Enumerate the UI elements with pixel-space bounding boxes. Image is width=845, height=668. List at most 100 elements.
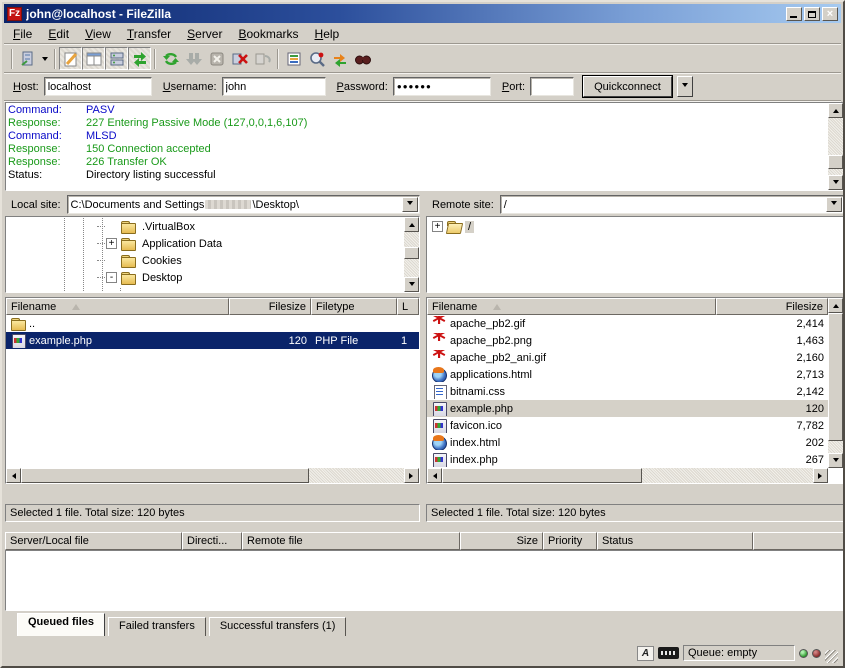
directory-comparison-icon[interactable] <box>305 47 328 70</box>
column-header-priority[interactable]: Priority <box>543 532 597 550</box>
tree-item-root[interactable]: + / <box>428 218 842 235</box>
scroll-down-icon[interactable] <box>404 277 419 292</box>
reconnect-icon[interactable] <box>251 47 274 70</box>
column-header-lastmodified[interactable]: L <box>397 298 419 315</box>
quickconnect-button[interactable]: Quickconnect <box>583 76 672 97</box>
filter-icon[interactable] <box>282 47 305 70</box>
queue-list[interactable] <box>5 550 844 611</box>
toggle-log-icon[interactable] <box>59 47 82 70</box>
scrollbar-thumb[interactable] <box>828 155 843 169</box>
refresh-icon[interactable] <box>159 47 182 70</box>
remote-file-pane: Filename Filesize apache_pb2.gif 2,414 a… <box>426 297 844 522</box>
file-row[interactable]: applications.html 2,713 <box>427 366 828 383</box>
column-header-filesize[interactable]: Filesize <box>229 298 311 315</box>
scrollbar-thumb[interactable] <box>442 468 642 483</box>
scrollbar-thumb[interactable] <box>21 468 309 483</box>
expander[interactable]: - <box>106 272 117 283</box>
expander[interactable]: + <box>432 221 443 232</box>
toggle-queue-icon[interactable] <box>128 47 151 70</box>
remote-vscrollbar[interactable] <box>828 298 843 468</box>
file-row[interactable]: index.php 267 <box>427 451 828 468</box>
combo-dropdown-button[interactable] <box>402 197 418 212</box>
scroll-down-icon[interactable] <box>828 175 843 190</box>
menu-view[interactable]: View <box>77 25 119 43</box>
process-queue-icon[interactable] <box>182 47 205 70</box>
html-file-icon <box>431 367 447 382</box>
find-files-icon[interactable] <box>351 47 374 70</box>
remote-hscrollbar[interactable] <box>427 468 828 483</box>
site-manager-icon[interactable] <box>16 47 39 70</box>
minimize-button[interactable] <box>786 7 802 21</box>
resize-grip[interactable] <box>825 650 838 663</box>
menu-bar: File Edit View Transfer Server Bookmarks… <box>5 25 840 43</box>
scroll-down-icon[interactable] <box>828 453 843 468</box>
menu-transfer[interactable]: Transfer <box>119 25 179 43</box>
scrollbar-thumb[interactable] <box>404 247 419 259</box>
file-row[interactable]: bitnami.css 2,142 <box>427 383 828 400</box>
local-site-combobox[interactable]: C:\Documents and Settings\Desktop\ <box>67 195 420 214</box>
scroll-up-icon[interactable] <box>828 103 843 118</box>
column-header-filename[interactable]: Filename <box>427 298 716 315</box>
tab-failed-transfers[interactable]: Failed transfers <box>108 617 206 636</box>
column-header-remote-file[interactable]: Remote file <box>242 532 460 550</box>
file-row[interactable]: apache_pb2.png 1,463 <box>427 332 828 349</box>
tab-queued-files[interactable]: Queued files <box>17 613 105 636</box>
close-button[interactable]: × <box>822 7 838 21</box>
scroll-right-icon[interactable] <box>813 468 828 483</box>
password-input[interactable] <box>393 77 491 96</box>
file-row[interactable]: index.html 202 <box>427 434 828 451</box>
menu-help[interactable]: Help <box>307 25 348 43</box>
scrollbar-thumb[interactable] <box>828 313 843 441</box>
file-row-parent-dir[interactable]: .. <box>6 315 419 332</box>
menu-file[interactable]: File <box>5 25 40 43</box>
file-row[interactable]: apache_pb2_ani.gif 2,160 <box>427 349 828 366</box>
tree-item-desktop[interactable]: - Desktop <box>7 269 403 286</box>
quickconnect-bar: Host: Username: Password: Port: Quickcon… <box>5 74 840 99</box>
status-bar: A Queue: empty <box>5 643 840 663</box>
username-input[interactable] <box>222 77 326 96</box>
local-hscrollbar[interactable] <box>6 468 419 483</box>
filezilla-logo-icon: Fz <box>7 7 22 21</box>
disconnect-icon[interactable] <box>228 47 251 70</box>
menu-bookmarks[interactable]: Bookmarks <box>230 25 306 43</box>
column-header-filename[interactable]: Filename <box>6 298 229 315</box>
log-scrollbar[interactable] <box>828 103 843 190</box>
column-header-filetype[interactable]: Filetype <box>311 298 397 315</box>
menu-server[interactable]: Server <box>179 25 230 43</box>
scroll-up-icon[interactable] <box>828 298 843 313</box>
tree-item-cookies[interactable]: Cookies <box>7 252 403 269</box>
maximize-button[interactable] <box>804 7 820 21</box>
remote-site-label: Remote site: <box>426 196 500 214</box>
tree-item-virtualbox[interactable]: .VirtualBox <box>7 218 403 235</box>
scroll-left-icon[interactable] <box>6 468 21 483</box>
scroll-right-icon[interactable] <box>404 468 419 483</box>
column-header-server-local-file[interactable]: Server/Local file <box>5 532 182 550</box>
local-tree-scrollbar[interactable] <box>404 217 419 292</box>
scroll-up-icon[interactable] <box>404 217 419 232</box>
quickconnect-dropdown[interactable] <box>677 76 693 97</box>
column-header-size[interactable]: Size <box>460 532 543 550</box>
column-header-direction[interactable]: Directi... <box>182 532 242 550</box>
combo-dropdown-button[interactable] <box>826 197 842 212</box>
file-row-example-php[interactable]: example.php 120 <box>427 400 828 417</box>
site-manager-dropdown[interactable] <box>39 47 51 70</box>
tab-successful-transfers[interactable]: Successful transfers (1) <box>209 617 347 636</box>
tree-item-application-data[interactable]: + Application Data <box>7 235 403 252</box>
file-row[interactable]: apache_pb2.gif 2,414 <box>427 315 828 332</box>
cancel-icon[interactable] <box>205 47 228 70</box>
column-header-status[interactable]: Status <box>597 532 753 550</box>
remote-site-combobox[interactable]: / <box>500 195 844 214</box>
file-row-example-php[interactable]: example.php 120 PHP File 1 <box>6 332 419 349</box>
expander[interactable]: + <box>106 238 117 249</box>
synchronized-browsing-icon[interactable] <box>328 47 351 70</box>
scroll-left-icon[interactable] <box>427 468 442 483</box>
file-row[interactable]: favicon.ico 7,782 <box>427 417 828 434</box>
message-log: Command:PASV Response:227 Entering Passi… <box>5 102 844 191</box>
toggle-local-tree-icon[interactable] <box>82 47 105 70</box>
column-header-filesize[interactable]: Filesize <box>716 298 828 315</box>
toggle-remote-tree-icon[interactable] <box>105 47 128 70</box>
menu-edit[interactable]: Edit <box>40 25 77 43</box>
host-input[interactable] <box>44 77 152 96</box>
username-label: Username: <box>163 81 217 93</box>
port-input[interactable] <box>530 77 574 96</box>
